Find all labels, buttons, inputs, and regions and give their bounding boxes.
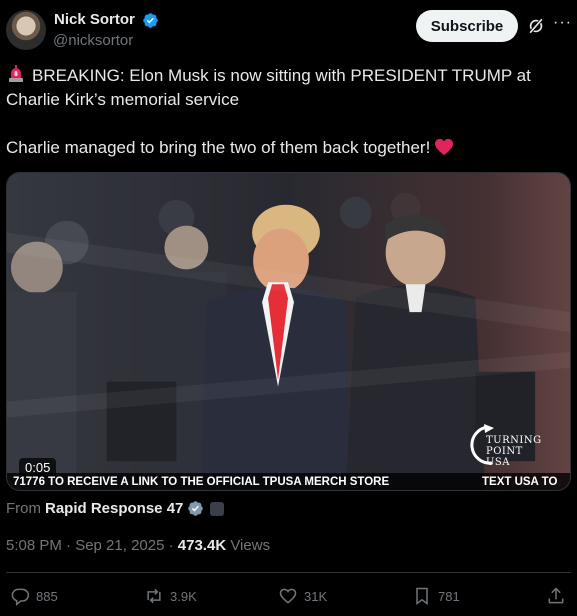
share-icon <box>548 587 564 604</box>
more-icon[interactable]: ··· <box>553 15 573 36</box>
government-tag-icon <box>210 501 225 516</box>
tweet-line-1: BREAKING: Elon Musk is now sitting with … <box>6 66 531 109</box>
video-ticker: 71776 TO RECEIVE A LINK TO THE OFFICIAL … <box>7 473 570 490</box>
like-button[interactable]: 31K <box>278 586 327 606</box>
bookmark-count: 781 <box>438 588 460 604</box>
heart-icon <box>279 588 297 604</box>
author-handle[interactable]: @nicksortor <box>53 32 133 49</box>
bookmark-icon <box>416 587 428 605</box>
divider <box>6 572 571 573</box>
ticker-main: 71776 TO RECEIVE A LINK TO THE OFFICIAL … <box>13 476 390 488</box>
grok-icon[interactable] <box>526 16 546 36</box>
like-count: 31K <box>304 588 328 604</box>
bookmark-button[interactable]: 781 <box>412 586 460 606</box>
source-verified-icon <box>188 501 204 516</box>
tweet-meta: 5:08 PM · Sep 21, 2025 · 473.4K Views <box>6 537 270 554</box>
red-heart-icon <box>435 138 454 156</box>
share-button[interactable] <box>546 586 566 606</box>
views-label: Views <box>226 537 271 554</box>
video-attribution: From Rapid Response 47 <box>6 500 225 517</box>
tweet-header: Nick Sortor @nicksortor Subscribe ··· <box>6 8 571 52</box>
subscribe-button[interactable]: Subscribe <box>416 10 518 42</box>
repost-icon <box>147 588 161 604</box>
attribution-source[interactable]: Rapid Response 47 <box>45 500 183 517</box>
reply-button[interactable]: 885 <box>10 586 58 606</box>
ticker-next: TEXT USA TO <box>482 476 558 488</box>
avatar[interactable] <box>6 10 46 50</box>
logo-line-2: POINT USA <box>486 446 523 468</box>
post-time[interactable]: 5:08 PM · Sep 21, 2025 · <box>6 537 178 554</box>
author-name[interactable]: Nick Sortor <box>54 11 135 28</box>
siren-icon <box>9 65 23 82</box>
reply-icon <box>11 588 30 606</box>
verified-badge-icon <box>143 13 158 28</box>
reply-count: 885 <box>36 588 58 604</box>
repost-button[interactable]: 3.9K <box>144 586 197 606</box>
action-bar: 885 3.9K 31K 781 <box>6 586 571 608</box>
repost-count: 3.9K <box>170 588 197 604</box>
logo-line-1: TURNING <box>486 435 542 446</box>
turning-point-logo: TURNING POINT USA <box>470 423 550 468</box>
tweet-line-2: Charlie managed to bring the two of them… <box>6 138 431 157</box>
video-player[interactable]: TURNING POINT USA 0:05 71776 TO RECEIVE … <box>6 172 571 491</box>
attribution-prefix: From <box>6 500 41 517</box>
tweet-text: BREAKING: Elon Musk is now sitting with … <box>6 64 566 184</box>
views-count: 473.4K <box>177 537 227 554</box>
